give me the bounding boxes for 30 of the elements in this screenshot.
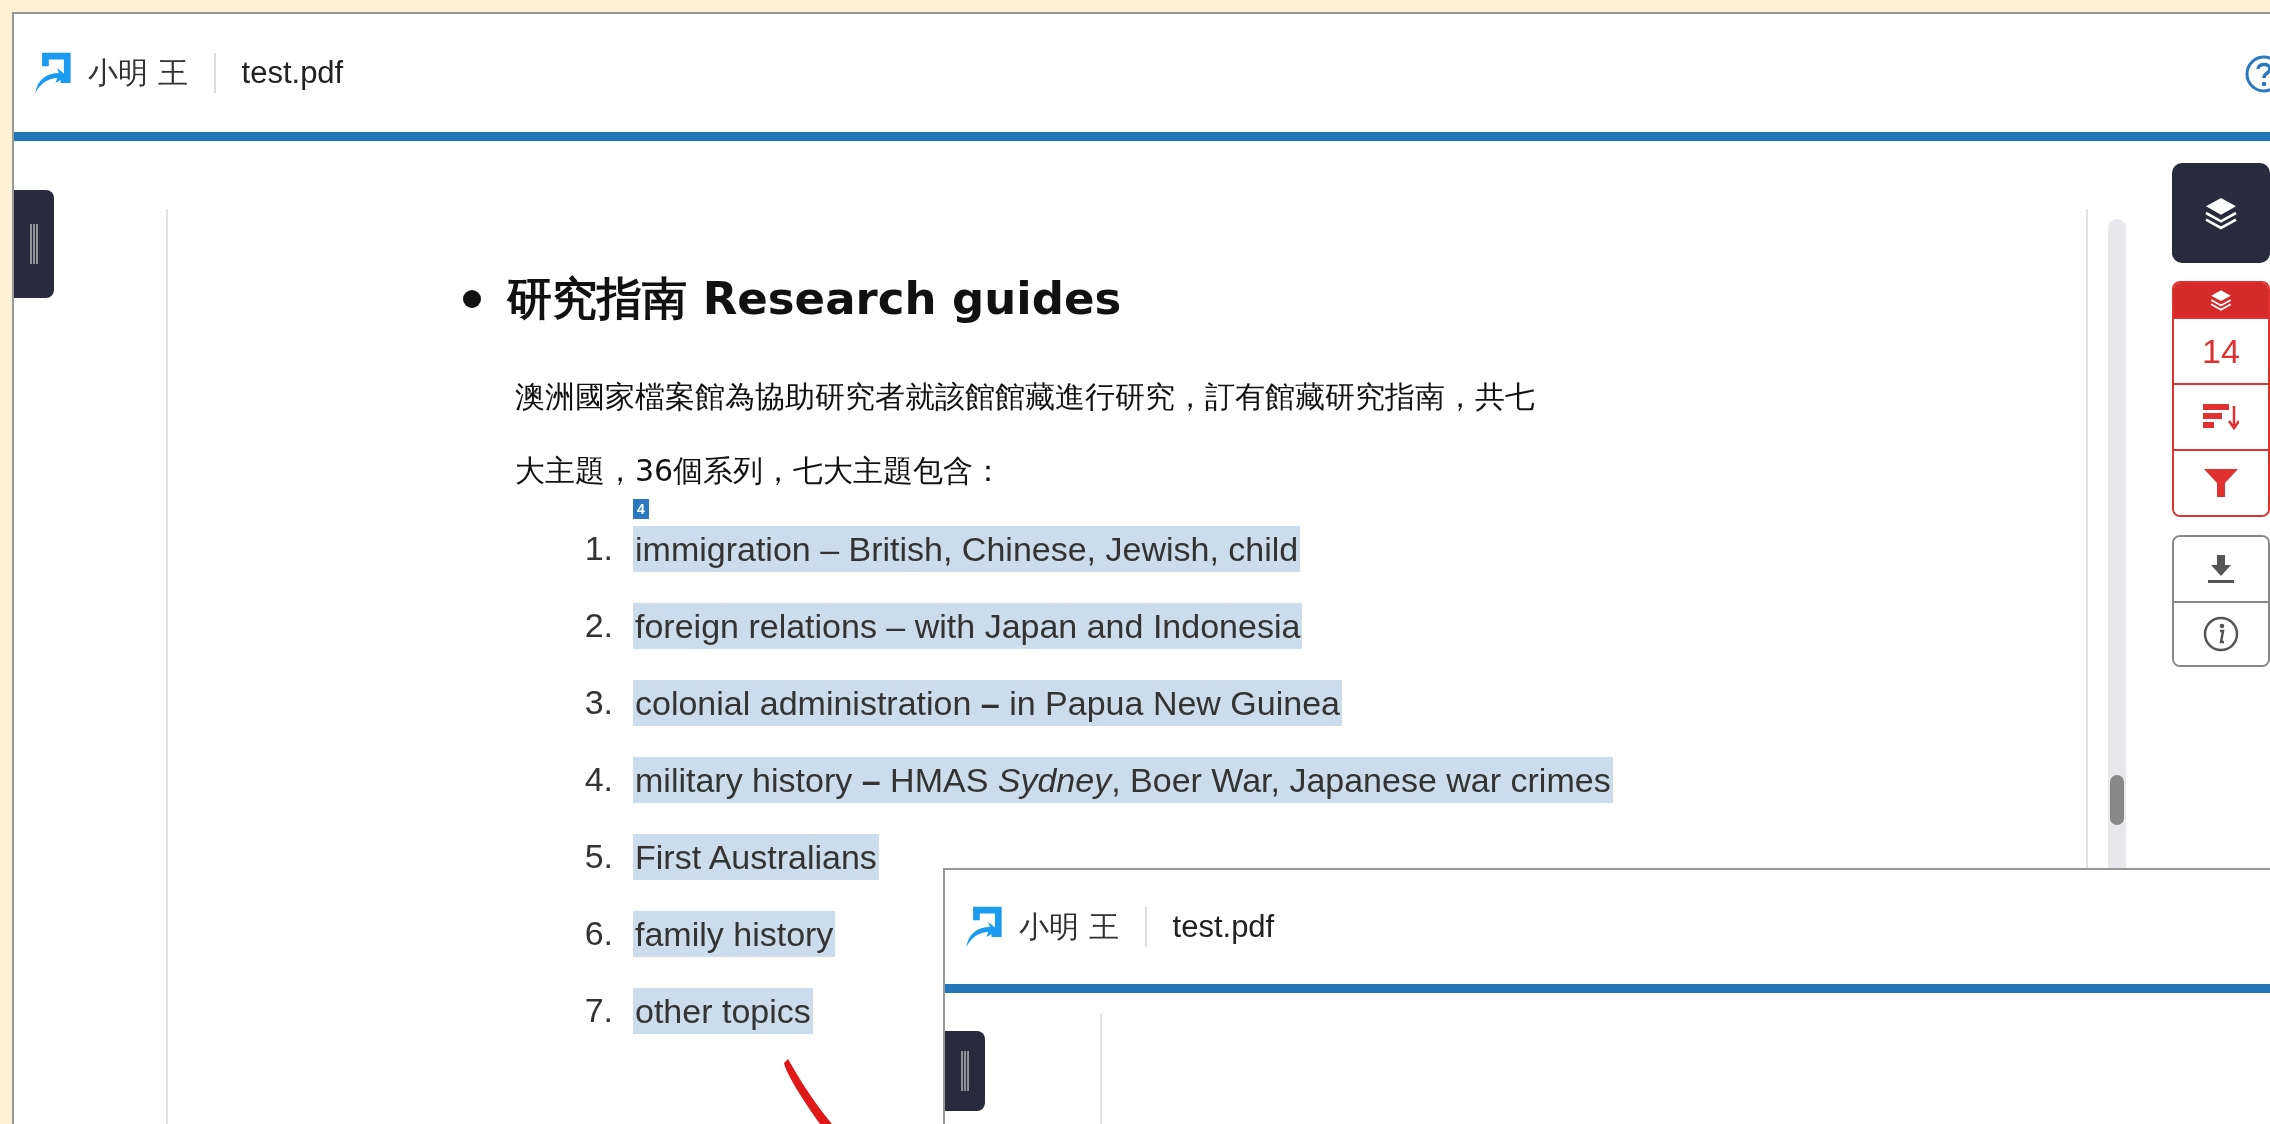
panel-handle[interactable] (945, 1031, 985, 1111)
list-item-text: other topics (633, 987, 813, 1034)
info-icon (2202, 615, 2240, 653)
file-name: test.pdf (1172, 909, 1275, 945)
layers-button[interactable] (2172, 163, 2270, 263)
annotation-badge[interactable]: 4 (633, 498, 649, 519)
list-item-text: First Australians (633, 833, 879, 880)
file-name: test.pdf (241, 55, 344, 91)
download-icon (2206, 553, 2236, 585)
list-number: 3. (583, 683, 613, 722)
list-number: 4. (583, 760, 613, 799)
list-item-text: colonial administration – in Papua New Guinea (633, 679, 1342, 726)
list-number: 2. (583, 606, 613, 645)
filter-icon (2204, 467, 2238, 499)
panel-handle[interactable] (14, 190, 54, 298)
filter-button[interactable] (2174, 449, 2268, 515)
list-number: 7. (583, 991, 613, 1030)
user-name: 小明 王 (1019, 907, 1119, 946)
section-heading: 研究指南 Research guides (507, 271, 1122, 327)
list-number: 5. (583, 837, 613, 876)
user-name: 小明 王 (88, 53, 188, 92)
list-number: 6. (583, 914, 613, 953)
sort-icon (2203, 402, 2239, 432)
list-item-text: family history (633, 910, 836, 957)
list-item-text: foreign relations – with Japan and Indonesia (633, 602, 1303, 649)
paragraph: 澳洲國家檔案館為協助研究者就該館館藏進行研究，訂有館藏研究指南，共七 大主題，36個系列，七大主題包含： (515, 378, 1535, 490)
bullet-icon (463, 290, 481, 308)
info-button[interactable] (2174, 601, 2268, 665)
list-item-text: military history – HMAS Sydney, Boer War, Japanese war crimes (633, 756, 1613, 803)
list-number: 1. (583, 529, 613, 568)
